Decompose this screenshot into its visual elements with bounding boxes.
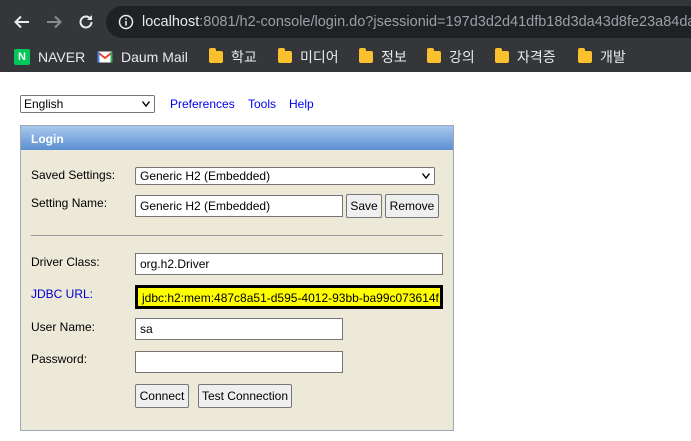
- saved-settings-label: Saved Settings:: [31, 168, 116, 182]
- login-panel: Login Saved Settings: Generic H2 (Embedd…: [20, 125, 454, 431]
- info-icon[interactable]: [118, 14, 134, 30]
- folder-icon: [209, 48, 223, 63]
- bookmark-folder-school[interactable]: 학교: [209, 47, 257, 67]
- save-button[interactable]: Save: [346, 194, 382, 218]
- divider: [31, 235, 443, 236]
- login-title: Login: [21, 126, 453, 150]
- url-path: :8081/h2-console/login.do?jsessionid=197…: [199, 14, 691, 30]
- bookmark-folder-info[interactable]: 정보: [359, 47, 407, 67]
- folder-icon: [359, 48, 373, 63]
- saved-settings-select[interactable]: Generic H2 (Embedded): [135, 167, 435, 185]
- arrow-right-icon: [47, 15, 62, 29]
- test-connection-button[interactable]: Test Connection: [198, 384, 292, 408]
- jdbc-url-input[interactable]: jdbc:h2:mem:487c8a51-d595-4012-93bb-ba99…: [135, 285, 443, 309]
- bookmarks-bar: N NAVER Daum Mail 학교 미디어 정보 강의 자격증 개발: [0, 42, 691, 72]
- arrow-left-icon: [14, 15, 29, 29]
- bookmark-label: 자격증: [517, 50, 556, 66]
- user-name-label: User Name:: [31, 320, 96, 334]
- help-link[interactable]: Help: [289, 97, 314, 111]
- bookmark-folder-media[interactable]: 미디어: [278, 47, 339, 67]
- driver-class-input[interactable]: org.h2.Driver: [135, 253, 443, 275]
- reload-button[interactable]: [72, 8, 100, 36]
- remove-button[interactable]: Remove: [385, 194, 439, 218]
- setting-name-label: Setting Name:: [31, 196, 108, 210]
- saved-settings-value: Generic H2 (Embedded): [140, 169, 271, 183]
- bookmark-label: NAVER: [38, 49, 86, 65]
- password-input[interactable]: [135, 351, 343, 373]
- chevron-down-icon: [422, 173, 430, 179]
- bookmark-label: 정보: [381, 50, 407, 66]
- address-bar[interactable]: localhost:8081/h2-console/login.do?jsess…: [106, 6, 691, 38]
- bookmark-label: 미디어: [300, 50, 339, 66]
- bookmark-naver[interactable]: N NAVER: [14, 47, 85, 67]
- bookmark-folder-lecture[interactable]: 강의: [427, 47, 475, 67]
- setting-name-input[interactable]: Generic H2 (Embedded): [135, 195, 343, 217]
- naver-icon: N: [14, 49, 30, 65]
- folder-icon: [278, 48, 292, 63]
- back-button[interactable]: [8, 8, 36, 36]
- folder-icon: [578, 48, 592, 63]
- jdbc-url-label: JDBC URL:: [31, 287, 94, 301]
- folder-icon: [495, 48, 509, 63]
- bookmark-folder-dev[interactable]: 개발: [578, 47, 626, 67]
- language-select[interactable]: English: [20, 95, 155, 113]
- bookmark-label: Daum Mail: [121, 49, 188, 65]
- bookmark-daum-mail[interactable]: Daum Mail: [97, 47, 188, 67]
- url-host: localhost: [142, 14, 200, 30]
- gmail-icon: [97, 51, 113, 63]
- browser-chrome: localhost:8081/h2-console/login.do?jsess…: [0, 0, 691, 72]
- forward-button[interactable]: [40, 8, 68, 36]
- tools-link[interactable]: Tools: [248, 97, 276, 111]
- language-value: English: [24, 97, 64, 111]
- chevron-down-icon: [142, 101, 150, 107]
- folder-icon: [427, 48, 441, 63]
- driver-class-label: Driver Class:: [31, 255, 100, 269]
- connect-button[interactable]: Connect: [135, 384, 189, 408]
- bookmark-label: 개발: [600, 50, 626, 66]
- user-name-input[interactable]: sa: [135, 318, 343, 340]
- bookmark-label: 강의: [449, 50, 475, 66]
- bookmark-label: 학교: [231, 50, 257, 66]
- reload-icon: [79, 15, 93, 29]
- bookmark-folder-certificate[interactable]: 자격증: [495, 47, 556, 67]
- preferences-link[interactable]: Preferences: [170, 97, 235, 111]
- password-label: Password:: [31, 352, 88, 366]
- url-text[interactable]: localhost:8081/h2-console/login.do?jsess…: [142, 14, 691, 30]
